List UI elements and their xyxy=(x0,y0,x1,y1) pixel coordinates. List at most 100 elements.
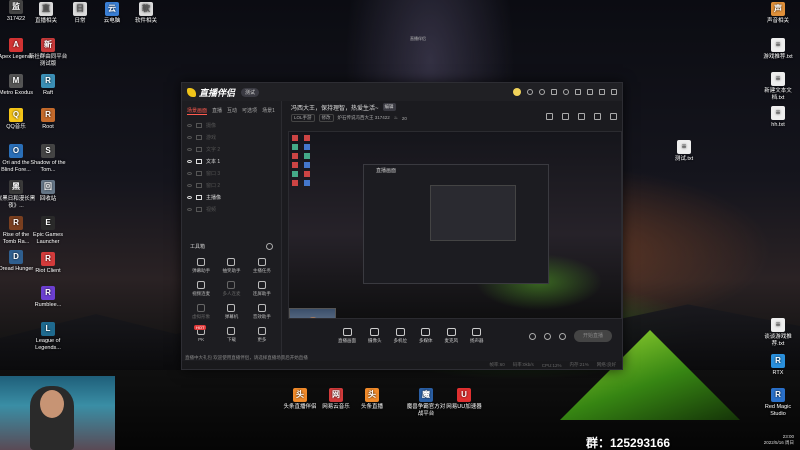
share-icon[interactable] xyxy=(562,113,569,120)
desktop-icon-bottom-3[interactable]: 魔魔兽争霸官方对战平台 xyxy=(406,388,446,417)
desktop-icon-right-4[interactable]: ≡ 谈谈游戏推荐.txt xyxy=(758,318,798,347)
notify-icon[interactable] xyxy=(578,113,585,120)
control-bar-right: 开始直播 xyxy=(529,330,622,342)
minimize-icon[interactable] xyxy=(587,89,593,95)
control-icon xyxy=(395,328,405,336)
control-5[interactable]: 扬声器 xyxy=(470,328,484,344)
tool-icon xyxy=(257,258,266,266)
live-settings-icon[interactable] xyxy=(559,332,566,340)
source-item[interactable]: 摄像 xyxy=(182,119,281,131)
close-icon[interactable] xyxy=(611,89,617,95)
toolbox-item[interactable]: 主播任务 xyxy=(247,258,277,274)
control-4[interactable]: 麦克风 xyxy=(445,328,458,344)
desktop-icon-col2-6[interactable]: R Riot Client xyxy=(28,252,68,275)
desktop-icon-col2-1-icon: R xyxy=(41,74,55,88)
control-3[interactable]: 多媒体 xyxy=(419,328,433,344)
go-live-button[interactable]: 开始直播 xyxy=(574,330,612,342)
source-item[interactable]: 视频 xyxy=(182,203,281,215)
visibility-eye-icon[interactable] xyxy=(187,207,192,211)
source-item[interactable]: 文本 1 xyxy=(182,155,281,167)
desktop-icon-col2-4[interactable]: 回回收站 xyxy=(28,180,68,203)
desktop-icon-right-2[interactable]: ≡ 新建文本文档.txt xyxy=(758,72,798,101)
desktop-icon-col2-1[interactable]: R Raft xyxy=(28,74,68,97)
toolbox-item[interactable]: 连屏助手 xyxy=(247,281,277,297)
visibility-eye-icon[interactable] xyxy=(187,195,192,199)
menu-icon[interactable] xyxy=(575,89,581,95)
mail-icon[interactable] xyxy=(551,89,557,95)
pin-icon[interactable] xyxy=(594,113,601,120)
toolbox-item[interactable]: 音效助手 xyxy=(247,304,277,320)
desktop-icon-bottom-4[interactable]: U 网易UU加速器 xyxy=(444,388,484,411)
toolbox-item[interactable]: 弹幕机 xyxy=(216,304,246,320)
stream-preview[interactable]: 直播画面 xyxy=(288,131,622,319)
bell-icon[interactable] xyxy=(539,89,545,95)
desktop-icon-col2-2[interactable]: R Root xyxy=(28,108,68,131)
toolbox-item[interactable]: 虚拟形象 xyxy=(186,304,216,320)
desktop-icon-right-0[interactable]: 声声音相关 xyxy=(758,2,798,25)
version-badge[interactable]: 测试 xyxy=(241,87,260,97)
store-icon[interactable] xyxy=(546,113,553,120)
scene-tab-1[interactable]: 直播 xyxy=(212,107,222,115)
edit-title-button[interactable]: 编辑 xyxy=(382,103,396,111)
source-item[interactable]: 窗口 3 xyxy=(182,167,281,179)
scene-tab-3[interactable]: 可选项 xyxy=(242,107,257,115)
scene-tab-0[interactable]: 场景画面 xyxy=(187,107,208,115)
desktop-icon-right-3[interactable]: ≡ hh.txt xyxy=(758,106,798,129)
toolbox-item[interactable]: 弹幕助手 xyxy=(186,258,216,274)
tool-icon xyxy=(257,304,266,312)
category-chip[interactable]: LOL手游 xyxy=(291,114,315,122)
visibility-eye-icon[interactable] xyxy=(187,159,192,163)
toolbox-item[interactable]: 下载 xyxy=(216,327,246,343)
desktop-icon-bottom-1[interactable]: 网网易云音乐 xyxy=(316,388,356,411)
control-0[interactable]: 直播画面 xyxy=(338,328,356,344)
desktop-icon-right-6[interactable]: R Red Magic Studio xyxy=(758,388,798,417)
control-2[interactable]: 多机位 xyxy=(394,328,407,344)
control-1[interactable]: 摄像头 xyxy=(368,328,382,344)
more-icon[interactable] xyxy=(610,113,617,120)
toolbox-item[interactable]: 抽奖助手 xyxy=(216,258,246,274)
toolbox-item[interactable]: 更多 xyxy=(247,327,277,343)
toolbox-item[interactable]: 多人连麦 xyxy=(216,281,246,297)
source-item[interactable]: 主播像 xyxy=(182,191,281,203)
scene-tab-4[interactable]: 场景1 xyxy=(262,107,275,115)
source-item[interactable]: 文字 2 xyxy=(182,143,281,155)
edit-category-chip[interactable]: 修改 xyxy=(318,114,334,122)
desktop-icon-right-1[interactable]: ≡ 游戏推荐.txt xyxy=(758,38,798,61)
source-item[interactable]: 游戏 xyxy=(182,131,281,143)
visibility-eye-icon[interactable] xyxy=(187,147,192,151)
desktop-icon-left-6-icon: R xyxy=(9,216,23,230)
status-item: 内存:21% xyxy=(569,362,589,367)
toolbox-settings-icon[interactable] xyxy=(266,243,273,250)
desktop-file-test[interactable]: ≡ 测试.txt xyxy=(664,140,704,163)
desktop-icon-bottom-2[interactable]: 头头条直播 xyxy=(352,388,392,411)
source-item[interactable]: 窗口 2 xyxy=(182,179,281,191)
visibility-eye-icon[interactable] xyxy=(187,183,192,187)
desktop-icon-col2-0[interactable]: 新新社群由同平台测试版 xyxy=(28,38,68,67)
system-tray: 23:00 2022/5/16 周日 xyxy=(764,434,794,446)
desktop-icon-bottom-2-label: 头条直播 xyxy=(360,404,383,410)
desktop-icon-col2-7[interactable]: R Rumblee... xyxy=(28,286,68,309)
desktop-icon-bottom-1-icon: 网 xyxy=(329,388,343,402)
desktop-icon-top-3[interactable]: 软软件相关 xyxy=(126,2,166,25)
desktop-icon-col2-5[interactable]: E Epic Games Launcher xyxy=(28,216,68,245)
headset-icon[interactable] xyxy=(527,89,533,95)
record-icon[interactable] xyxy=(529,332,536,340)
user-avatar[interactable] xyxy=(513,88,521,96)
desktop-icon-bottom-0[interactable]: 头头条直播伴侣 xyxy=(280,388,320,411)
stream-title[interactable]: 冯西大王，保持理智，热爱生活~ xyxy=(291,103,379,112)
timer-icon[interactable] xyxy=(544,332,551,340)
desktop-icon-right-5[interactable]: R RTX xyxy=(758,354,798,377)
desktop-icon-bottom-1-label: 网易云音乐 xyxy=(322,404,350,410)
scene-tab-2[interactable]: 互动 xyxy=(227,107,237,115)
visibility-eye-icon[interactable] xyxy=(187,123,192,127)
toolbox-item[interactable]: 视频连麦 xyxy=(186,281,216,297)
desktop-icon-col2-8[interactable]: L League of Legends... xyxy=(28,322,68,351)
status-item: 帧率:60 xyxy=(489,362,505,367)
visibility-eye-icon[interactable] xyxy=(187,135,192,139)
visibility-eye-icon[interactable] xyxy=(187,171,192,175)
desktop-icon-col2-3[interactable]: S Shadow of the Tom... xyxy=(28,144,68,173)
window-titlebar[interactable]: 直播伴侣 测试 xyxy=(182,83,622,101)
desktop-icon-col2-3-icon: S xyxy=(41,144,55,158)
settings-icon[interactable] xyxy=(563,89,569,95)
maximize-icon[interactable] xyxy=(599,89,605,95)
